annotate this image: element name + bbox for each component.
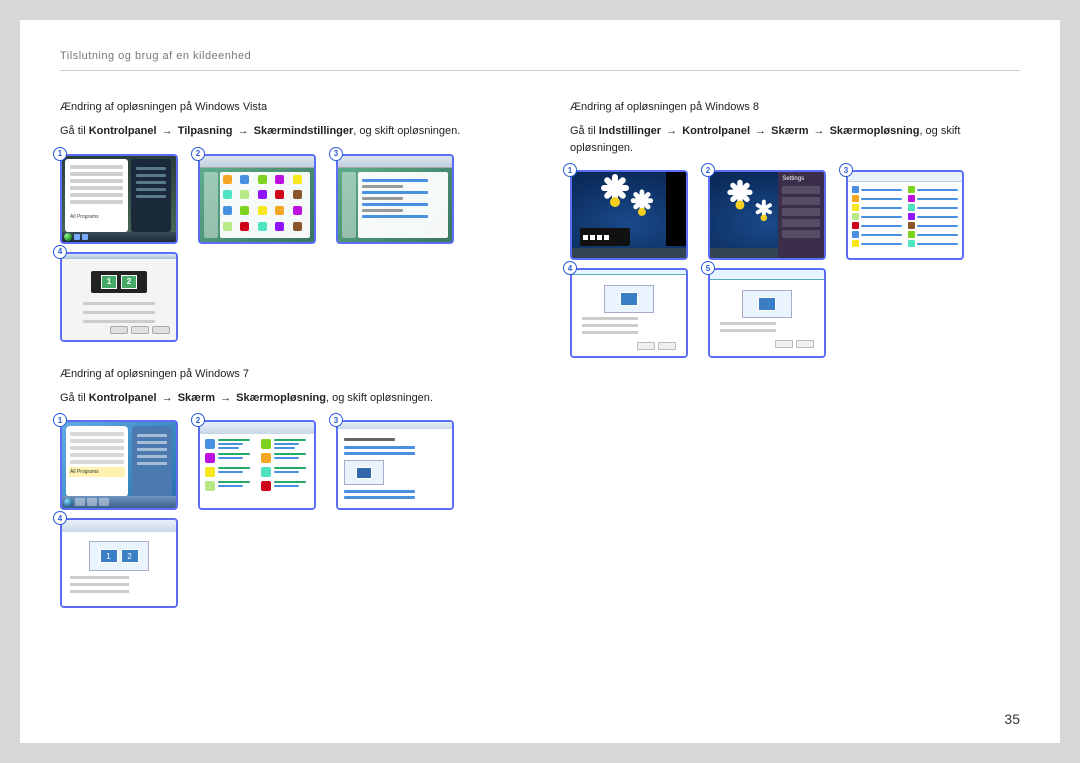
page-number: 35 — [1004, 711, 1020, 727]
section-desc-vista: Gå til Kontrolpanel → Tilpasning → Skærm… — [60, 123, 510, 140]
badge-number: 2 — [191, 147, 205, 161]
badge-number: 4 — [53, 245, 67, 259]
content-columns: Ændring af opløsningen på Windows Vista … — [60, 101, 1020, 634]
badge-number: 2 — [191, 413, 205, 427]
badge-number: 4 — [53, 511, 67, 525]
win8-thumb-3: 3 — [846, 170, 964, 260]
badge-number: 1 — [563, 163, 577, 177]
section-title-vista: Ændring af opløsningen på Windows Vista — [60, 101, 510, 113]
section-vista: Ændring af opløsningen på Windows Vista … — [60, 101, 510, 342]
badge-number: 2 — [701, 163, 715, 177]
section-win8: Ændring af opløsningen på Windows 8 Gå t… — [570, 101, 1020, 358]
arrow-icon: → — [814, 123, 825, 140]
arrow-icon: → — [666, 123, 677, 140]
document-page: Tilslutning og brug af en kildeenhed Ænd… — [20, 20, 1060, 743]
right-column: Ændring af opløsningen på Windows 8 Gå t… — [570, 101, 1020, 634]
badge-number: 1 — [53, 147, 67, 161]
section-desc-win7: Gå til Kontrolpanel → Skærm → Skærmopløs… — [60, 390, 510, 407]
win7-thumb-4: 4 12 — [60, 518, 178, 608]
arrow-icon: → — [162, 390, 173, 407]
badge-number: 1 — [53, 413, 67, 427]
badge-number: 3 — [329, 413, 343, 427]
win8-thumb-2: 2 — [708, 170, 826, 260]
win7-thumbs-row2: 4 12 — [60, 518, 510, 608]
badge-number: 4 — [563, 261, 577, 275]
arrow-icon: → — [238, 123, 249, 140]
win8-thumb-4: 4 — [570, 268, 688, 358]
win8-thumb-5: 5 — [708, 268, 826, 358]
badge-number: 5 — [701, 261, 715, 275]
arrow-icon: → — [220, 390, 231, 407]
page-header: Tilslutning og brug af en kildeenhed — [60, 50, 1020, 71]
left-column: Ændring af opløsningen på Windows Vista … — [60, 101, 510, 634]
section-win7: Ændring af opløsningen på Windows 7 Gå t… — [60, 368, 510, 609]
vista-thumb-2: 2 — [198, 154, 316, 244]
win8-thumbs-row1: 1 — [570, 170, 1020, 260]
vista-thumbs-row1: 1 All Programs — [60, 154, 510, 244]
section-title-win7: Ændring af opløsningen på Windows 7 — [60, 368, 510, 380]
section-desc-win8: Gå til Indstillinger → Kontrolpanel → Sk… — [570, 123, 1020, 156]
win7-thumb-2: 2 — [198, 420, 316, 510]
win8-thumbs-row2: 4 5 — [570, 268, 1020, 358]
vista-thumb-1: 1 All Programs — [60, 154, 178, 244]
section-title-win8: Ændring af opløsningen på Windows 8 — [570, 101, 1020, 113]
vista-thumb-4: 4 12 — [60, 252, 178, 342]
win7-thumb-3: 3 — [336, 420, 454, 510]
win7-thumb-1: 1 All Programs — [60, 420, 178, 510]
arrow-icon: → — [755, 123, 766, 140]
badge-number: 3 — [329, 147, 343, 161]
badge-number: 3 — [839, 163, 853, 177]
win8-thumb-1: 1 — [570, 170, 688, 260]
win7-thumbs-row1: 1 All Programs — [60, 420, 510, 510]
arrow-icon: → — [162, 123, 173, 140]
vista-thumb-3: 3 — [336, 154, 454, 244]
vista-thumbs-row2: 4 12 — [60, 252, 510, 342]
